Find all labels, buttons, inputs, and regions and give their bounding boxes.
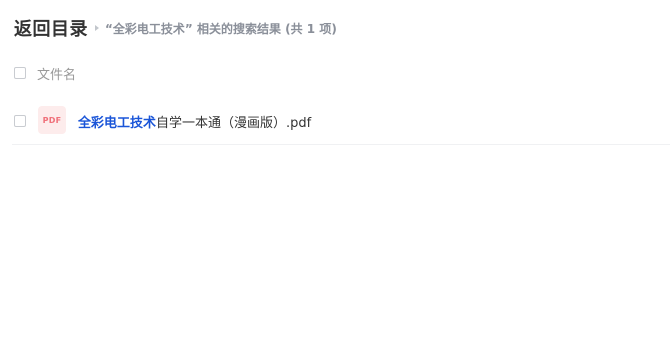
breadcrumb-separator-icon [95,25,99,31]
select-all-checkbox[interactable] [14,67,26,79]
pdf-file-icon: PDF [38,106,66,134]
search-results-page: 返回目录 “全彩电工技术” 相关的搜索结果 (共 1 项) 文件名 PDF 全彩… [0,0,670,359]
search-result-summary: “全彩电工技术” 相关的搜索结果 (共 1 项) [105,21,337,36]
file-name-link[interactable]: 全彩电工技术自学一本通（漫画版）.pdf [78,112,311,131]
row-checkbox[interactable] [14,115,26,127]
breadcrumb: 返回目录 “全彩电工技术” 相关的搜索结果 (共 1 项) [14,15,337,41]
file-name-rest: 自学一本通（漫画版）.pdf [156,115,312,131]
file-name-match-highlight: 全彩电工技术 [78,115,157,131]
pdf-icon-label: PDF [42,115,62,125]
table-row[interactable]: PDF 全彩电工技术自学一本通（漫画版）.pdf [12,98,670,145]
back-to-directory-link[interactable]: 返回目录 [14,15,88,41]
column-header-filename[interactable]: 文件名 [37,64,76,83]
table-header: 文件名 [14,62,76,84]
